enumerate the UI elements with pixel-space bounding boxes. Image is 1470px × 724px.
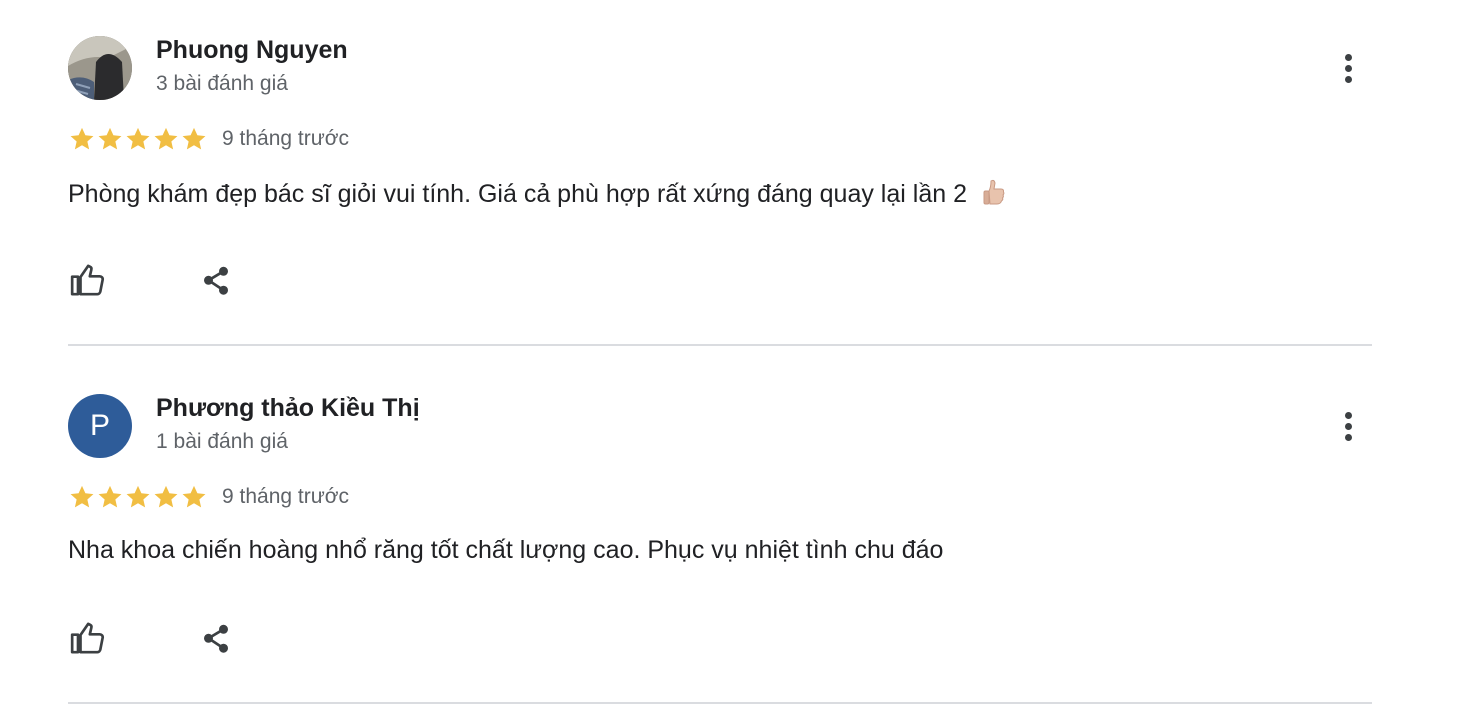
review-text: Phòng khám đẹp bác sĩ giỏi vui tính. Giá… (68, 178, 1006, 209)
reviewer-name[interactable]: Phương thảo Kiều Thị (156, 394, 420, 423)
more-vert-icon (1344, 53, 1352, 61)
star-rating (68, 483, 208, 511)
share-icon (204, 624, 229, 653)
star-rating (68, 125, 208, 153)
star-icon (154, 127, 178, 150)
review-time: 9 tháng trước (222, 127, 350, 150)
star-icon (182, 127, 206, 150)
like-button[interactable] (66, 616, 110, 660)
star-icon (98, 127, 122, 150)
like-button[interactable] (66, 258, 110, 302)
thumbs-up-icon (70, 264, 105, 296)
star-icon (154, 485, 178, 508)
review-text-content: Phòng khám đẹp bác sĩ giỏi vui tính. Giá… (68, 180, 967, 208)
thumbs-up-icon (70, 622, 105, 654)
star-icon (126, 485, 150, 508)
review-time: 9 tháng trước (222, 485, 350, 508)
share-button[interactable] (194, 258, 238, 302)
rating-row: 9 tháng trước (68, 124, 349, 154)
review-card: P Phương thảo Kiều Thị 1 bài đánh giá 9 … (68, 358, 1372, 716)
reviewer-name[interactable]: Phuong Nguyen (156, 36, 348, 65)
star-icon (126, 127, 150, 150)
divider (68, 344, 1372, 346)
share-button[interactable] (194, 616, 238, 660)
review-card: Phuong Nguyen 3 bài đánh giá 9 tháng trư… (68, 0, 1372, 358)
more-options-button[interactable] (1332, 46, 1364, 90)
thumbs-up-emoji-icon (983, 179, 1005, 205)
star-icon (98, 485, 122, 508)
avatar[interactable] (68, 36, 132, 100)
reviewer-review-count: 3 bài đánh giá (156, 72, 288, 95)
review-text: Nha khoa chiến hoàng nhổ răng tốt chất l… (68, 536, 943, 565)
rating-row: 9 tháng trước (68, 482, 349, 512)
divider (68, 702, 1372, 704)
more-vert-icon (1344, 411, 1352, 419)
reviewer-review-count: 1 bài đánh giá (156, 430, 288, 453)
share-icon (204, 266, 229, 295)
review-text-content: Nha khoa chiến hoàng nhổ răng tốt chất l… (68, 536, 944, 564)
more-options-button[interactable] (1332, 404, 1364, 448)
star-icon (70, 127, 94, 150)
star-icon (182, 485, 206, 508)
profile-photo-icon (68, 36, 132, 100)
star-icon (70, 485, 94, 508)
avatar[interactable]: P (68, 394, 132, 458)
reviews-list: Phuong Nguyen 3 bài đánh giá 9 tháng trư… (0, 0, 1470, 724)
